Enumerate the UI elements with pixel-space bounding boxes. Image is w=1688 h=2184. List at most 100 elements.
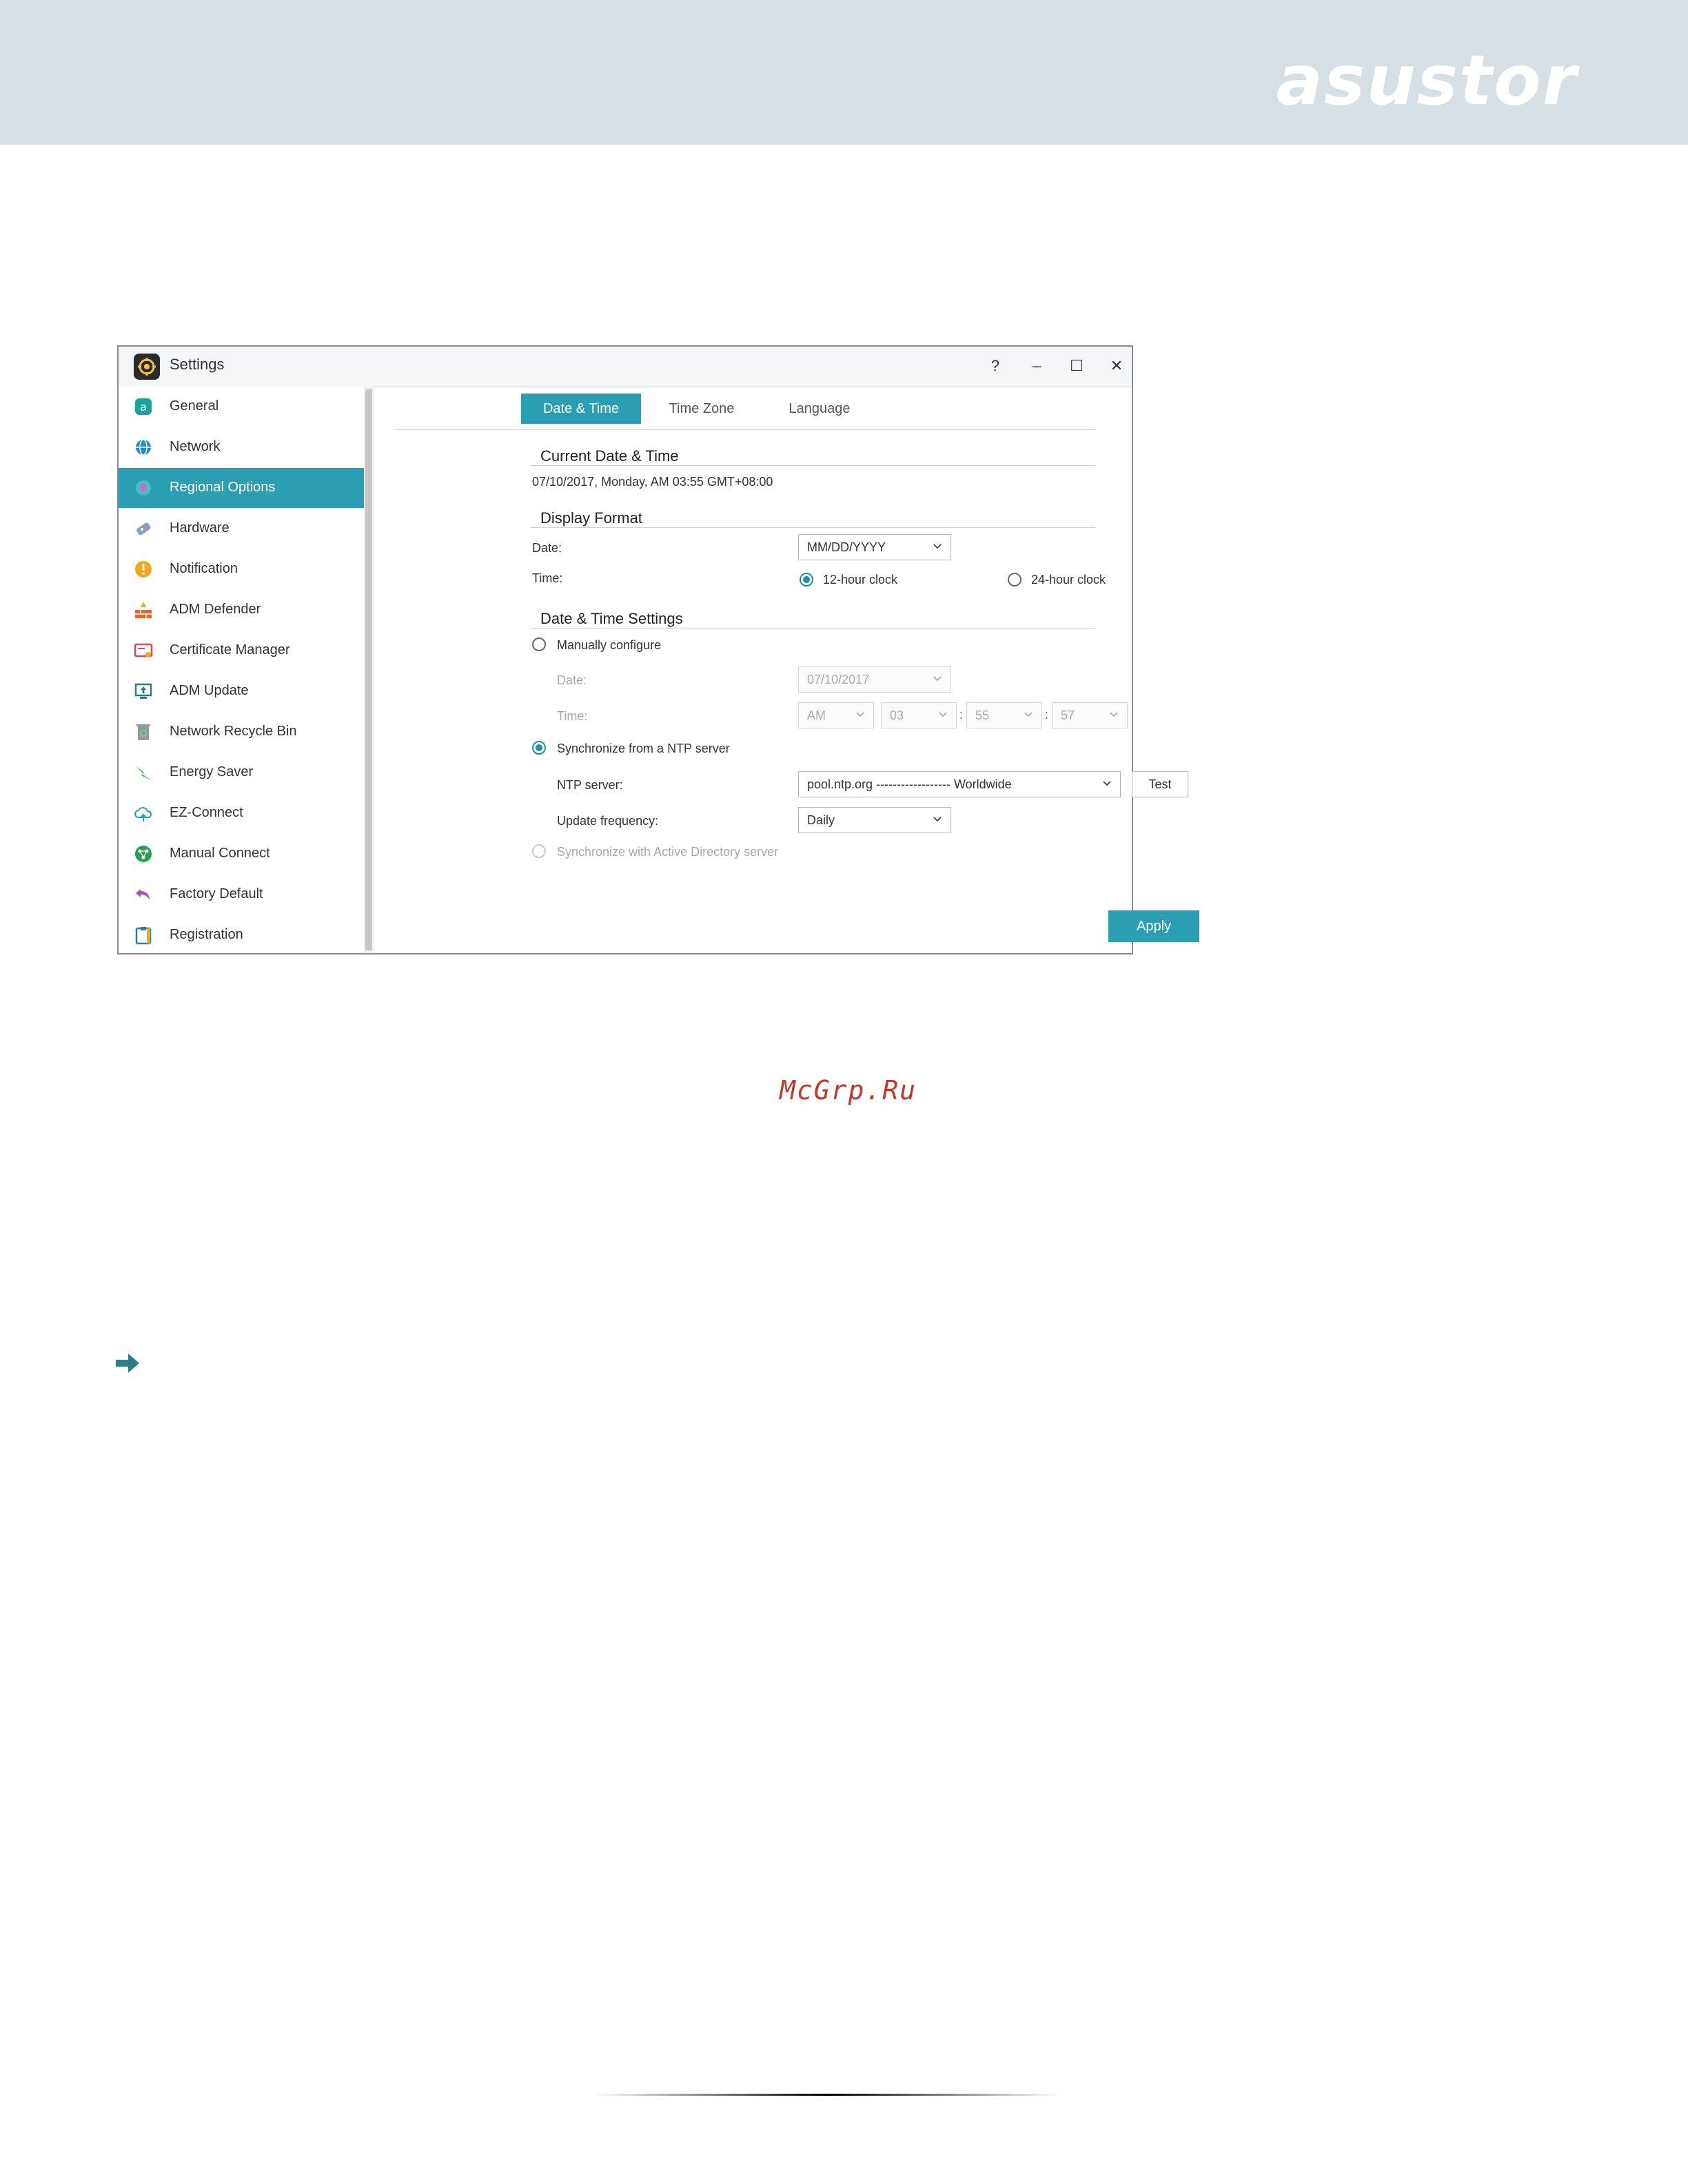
hour-value: 03 xyxy=(890,708,904,722)
ntp-server-dropdown[interactable]: pool.ntp.org ------------------ Worldwid… xyxy=(798,771,1121,797)
sidebar-item-label: Notification xyxy=(170,561,238,576)
page-header: asustor xyxy=(0,0,1688,145)
sidebar-item-ez-connect[interactable]: EZ-Connect xyxy=(119,793,364,833)
tab-time-zone[interactable]: Time Zone xyxy=(660,394,743,424)
time-format-label: Time: xyxy=(532,571,563,585)
chevron-down-icon xyxy=(939,712,947,717)
active-directory-label: Synchronize with Active Directory server xyxy=(557,845,779,859)
ampm-dropdown[interactable]: AM xyxy=(798,702,874,728)
update-frequency-dropdown[interactable]: Daily xyxy=(798,807,951,833)
ntp-server-label: NTP server: xyxy=(557,778,623,792)
alert-icon xyxy=(135,561,152,578)
sidebar-item-notification[interactable]: Notification xyxy=(119,549,364,589)
sidebar-item-registration[interactable]: Registration xyxy=(119,915,364,955)
sidebar-item-label: Certificate Manager xyxy=(170,642,290,657)
current-datetime: 07/10/2017, Monday, AM 03:55 GMT+08:00 xyxy=(532,475,773,489)
maximize-button[interactable]: ☐ xyxy=(1063,354,1090,378)
section-divider xyxy=(531,465,1096,466)
minimize-button[interactable]: – xyxy=(1023,354,1050,378)
energy-icon xyxy=(136,766,151,780)
cloud-icon xyxy=(134,807,152,821)
sidebar-item-label: Network Recycle Bin xyxy=(170,724,297,739)
date-format-dropdown[interactable]: MM/DD/YYYY xyxy=(798,534,951,560)
globe-icon xyxy=(136,439,151,456)
recycle-bin-icon xyxy=(136,724,150,740)
ntp-radio[interactable] xyxy=(532,741,546,755)
chevron-down-icon xyxy=(1103,781,1111,786)
ntp-label: Synchronize from a NTP server xyxy=(557,742,730,755)
manual-date-value: 07/10/2017 xyxy=(807,673,870,686)
chevron-down-icon xyxy=(1110,712,1118,717)
time-colon: : xyxy=(959,708,964,722)
tab-language[interactable]: Language xyxy=(782,394,857,424)
title-bar: Settings ? – ☐ ✕ xyxy=(119,347,1132,387)
section-title-current: Current Date & Time xyxy=(540,447,679,465)
window-title: Settings xyxy=(170,356,225,373)
settings-app-icon xyxy=(134,354,160,380)
manual-date-dropdown[interactable]: 07/10/2017 xyxy=(798,666,951,693)
sidebar-item-label: ADM Update xyxy=(170,683,249,698)
chevron-down-icon xyxy=(933,817,942,822)
sidebar-item-label: ADM Defender xyxy=(170,602,261,617)
hour-dropdown[interactable]: 03 xyxy=(881,702,957,728)
sidebar-item-label: Regional Options xyxy=(170,480,276,495)
minute-value: 55 xyxy=(975,708,990,722)
clock12-radio[interactable] xyxy=(800,573,813,586)
sidebar-item-label: Manual Connect xyxy=(170,846,270,861)
test-button[interactable]: Test xyxy=(1132,771,1188,797)
general-icon: a xyxy=(135,398,152,415)
sidebar-item-general[interactable]: a General xyxy=(119,387,364,427)
map-pin-icon xyxy=(136,480,151,496)
clock24-label: 24-hour clock xyxy=(1031,573,1106,586)
sidebar-item-energy-saver[interactable]: Energy Saver xyxy=(119,753,364,793)
sidebar-item-label: Registration xyxy=(170,927,243,942)
second-dropdown[interactable]: 57 xyxy=(1052,702,1128,728)
sidebar-scrollbar-thumb[interactable] xyxy=(365,389,372,950)
help-button[interactable]: ? xyxy=(982,354,1009,378)
clock24-radio[interactable] xyxy=(1008,573,1021,586)
sidebar-item-regional-options[interactable]: Regional Options xyxy=(119,468,364,508)
sidebar: a General Network Regional Options Hardw… xyxy=(119,387,364,953)
undo-icon xyxy=(136,889,150,900)
settings-window: Settings ? – ☐ ✕ a General Network Regio… xyxy=(117,345,1199,955)
sidebar-item-network-recycle-bin[interactable]: Network Recycle Bin xyxy=(119,712,364,752)
manual-configure-radio[interactable] xyxy=(532,637,546,651)
minute-dropdown[interactable]: 55 xyxy=(966,702,1042,728)
close-button[interactable]: ✕ xyxy=(1103,354,1130,378)
sidebar-item-label: EZ-Connect xyxy=(170,805,243,820)
apply-button[interactable]: Apply xyxy=(1108,910,1199,942)
footer-rule xyxy=(593,2094,1061,2096)
sidebar-item-factory-default[interactable]: Factory Default xyxy=(119,875,364,915)
sidebar-item-label: Energy Saver xyxy=(170,764,254,779)
section-title-display-format: Display Format xyxy=(540,509,642,527)
ntp-server-value: pool.ntp.org ------------------ Worldwid… xyxy=(807,777,1012,791)
update-icon xyxy=(134,683,152,699)
sidebar-item-certificate-manager[interactable]: Certificate Manager xyxy=(119,631,364,671)
sidebar-item-hardware[interactable]: Hardware xyxy=(119,509,364,549)
sidebar-item-label: Hardware xyxy=(170,520,230,535)
watermark: McGrp.Ru xyxy=(780,1075,917,1105)
arrow-right-icon xyxy=(116,1354,139,1373)
svg-text:a: a xyxy=(140,400,147,414)
clipboard-icon xyxy=(135,927,152,945)
date-format-value: MM/DD/YYYY xyxy=(807,540,886,554)
brand-logo: asustor xyxy=(1276,40,1578,121)
sidebar-item-adm-update[interactable]: ADM Update xyxy=(119,671,364,711)
active-directory-radio[interactable] xyxy=(532,844,546,858)
sidebar-item-adm-defender[interactable]: ADM Defender xyxy=(119,590,364,630)
sidebar-item-label: General xyxy=(170,398,219,414)
section-divider xyxy=(531,628,1096,629)
sidebar-item-manual-connect[interactable]: Manual Connect xyxy=(119,834,364,874)
tab-date-time[interactable]: Date & Time xyxy=(521,394,641,424)
sidebar-item-label: Network xyxy=(170,439,221,454)
update-frequency-label: Update frequency: xyxy=(557,814,659,828)
firewall-icon xyxy=(135,602,152,618)
date-format-label: Date: xyxy=(532,541,562,555)
manual-time-label: Time: xyxy=(557,709,588,723)
manual-date-label: Date: xyxy=(557,673,587,687)
chevron-down-icon xyxy=(1024,712,1033,717)
second-value: 57 xyxy=(1061,708,1075,722)
manual-configure-label: Manually configure xyxy=(557,638,662,652)
sidebar-item-network[interactable]: Network xyxy=(119,427,364,467)
certificate-icon xyxy=(134,643,153,657)
